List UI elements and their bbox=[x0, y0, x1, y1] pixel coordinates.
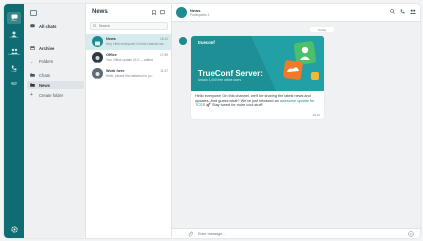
new-chat-icon[interactable] bbox=[160, 10, 165, 15]
search-icon[interactable] bbox=[390, 9, 395, 14]
conference-icon bbox=[10, 48, 18, 54]
banner-title: TrueConf Server: bbox=[198, 69, 263, 78]
archive-icon bbox=[30, 46, 36, 50]
message-time: 18:12 bbox=[312, 113, 320, 117]
promo-banner[interactable]: trueconf TrueConf Server: Unlock 1,000 f… bbox=[191, 36, 324, 91]
conversation-pane: News Participants 1 Today trueconf TrueC… bbox=[172, 4, 420, 238]
folder-icon bbox=[30, 83, 36, 87]
panel-toggle-icon[interactable] bbox=[30, 10, 37, 16]
chat-name: News bbox=[106, 37, 116, 41]
rail-conferences-button[interactable]: Conferences bbox=[7, 46, 21, 58]
avatar bbox=[92, 36, 103, 47]
folder-news[interactable]: News bbox=[27, 81, 84, 89]
search-icon bbox=[93, 24, 97, 28]
nav-rail: Chats Contacts Conferences Calls More bbox=[4, 4, 24, 238]
folder-chats[interactable]: Chats bbox=[30, 71, 50, 79]
message-text: Hello everyone! On this channel, we'll b… bbox=[195, 94, 321, 108]
folder-icon bbox=[30, 73, 36, 77]
create-folder-button[interactable]: + Create folder bbox=[30, 91, 63, 99]
avatar bbox=[92, 68, 103, 79]
chat-item-work-here[interactable]: Work here 11:37 Hello, please find attac… bbox=[86, 66, 171, 82]
chat-name: Work here bbox=[106, 69, 125, 73]
create-folder-label: Create folder bbox=[39, 92, 64, 98]
folder-all-chats-label: All chats bbox=[39, 23, 57, 29]
header-tools bbox=[390, 9, 416, 14]
folders-group-label: Folders bbox=[39, 58, 53, 64]
chat-name: Office bbox=[106, 53, 117, 57]
list-title: News bbox=[92, 9, 108, 15]
bookmark-icon[interactable] bbox=[152, 10, 156, 15]
phone-icon[interactable] bbox=[400, 9, 405, 14]
emoji-icon[interactable] bbox=[408, 231, 414, 237]
list-tools bbox=[152, 10, 165, 15]
plus-icon: + bbox=[30, 92, 33, 98]
search-box bbox=[90, 22, 168, 30]
banner-brand: trueconf bbox=[198, 40, 215, 45]
chat-list: News News 18:12 Hey, Hello everyone! On … bbox=[86, 4, 172, 238]
chat-item-news[interactable]: News 18:12 Hey, Hello everyone! On this … bbox=[86, 34, 171, 50]
chat-item-office[interactable]: Office 17:59 You: Office update v2.0 — a… bbox=[86, 50, 171, 66]
gear-icon bbox=[10, 225, 18, 233]
folders-panel: All chats Archive ⌄ Folders Chats News +… bbox=[24, 4, 86, 238]
message-composer bbox=[172, 228, 420, 238]
chat-preview: Hello, please find attached to yo... bbox=[106, 74, 155, 78]
chat-icon bbox=[11, 14, 17, 20]
folder-all-chats[interactable]: All chats bbox=[30, 22, 56, 30]
chat-time: 17:59 bbox=[160, 53, 168, 57]
chevron-icon: ⌄ bbox=[30, 58, 34, 64]
settings-button[interactable] bbox=[7, 223, 21, 235]
app-window: Chats Contacts Conferences Calls More Al… bbox=[4, 4, 420, 238]
chat-preview: Hey, Hello everyone! On this channel we.… bbox=[106, 42, 167, 46]
folder-archive-label: Archive bbox=[39, 45, 55, 51]
attach-icon[interactable] bbox=[188, 231, 193, 237]
rail-calls-button[interactable]: Calls bbox=[7, 63, 21, 75]
chat-time: 11:37 bbox=[160, 69, 168, 73]
message-bubble[interactable]: trueconf TrueConf Server: Unlock 1,000 f… bbox=[191, 36, 324, 119]
search-input[interactable] bbox=[98, 24, 167, 28]
message-input[interactable] bbox=[198, 231, 398, 237]
rail-more-label: More bbox=[11, 84, 17, 87]
rail-chats-button[interactable]: Chats bbox=[7, 12, 21, 24]
banner-subtitle: Unlock 1,000 free online users bbox=[198, 78, 242, 82]
chat-time: 18:12 bbox=[160, 37, 168, 41]
folders-group[interactable]: ⌄ Folders bbox=[30, 57, 53, 65]
participants-icon[interactable] bbox=[410, 9, 416, 14]
folder-chats-label: Chats bbox=[39, 72, 50, 78]
rail-calls-label: Calls bbox=[11, 71, 17, 74]
rail-conferences-label: Conferences bbox=[7, 54, 21, 57]
rail-chats-label: Chats bbox=[11, 20, 17, 23]
conversation-header: News Participants 1 bbox=[172, 4, 420, 22]
channel-avatar[interactable] bbox=[176, 7, 187, 18]
conversation-subtitle: Participants 1 bbox=[190, 13, 210, 17]
contacts-icon bbox=[11, 31, 17, 37]
rail-more-button[interactable]: More bbox=[7, 78, 21, 90]
folder-news-label: News bbox=[39, 82, 50, 88]
date-separator: Today bbox=[310, 27, 334, 32]
rail-contacts-button[interactable]: Contacts bbox=[7, 29, 21, 41]
message-tail: 🚀 Stay tuned for more cool stuff! bbox=[206, 103, 263, 108]
chat-preview: You: Office update v2.0 — added bbox=[106, 58, 153, 62]
folder-archive[interactable]: Archive bbox=[30, 44, 54, 52]
avatar bbox=[92, 52, 103, 63]
chats-icon bbox=[30, 24, 36, 28]
sender-avatar bbox=[179, 37, 187, 45]
rail-contacts-label: Contacts bbox=[9, 37, 19, 40]
calls-icon bbox=[11, 65, 17, 70]
